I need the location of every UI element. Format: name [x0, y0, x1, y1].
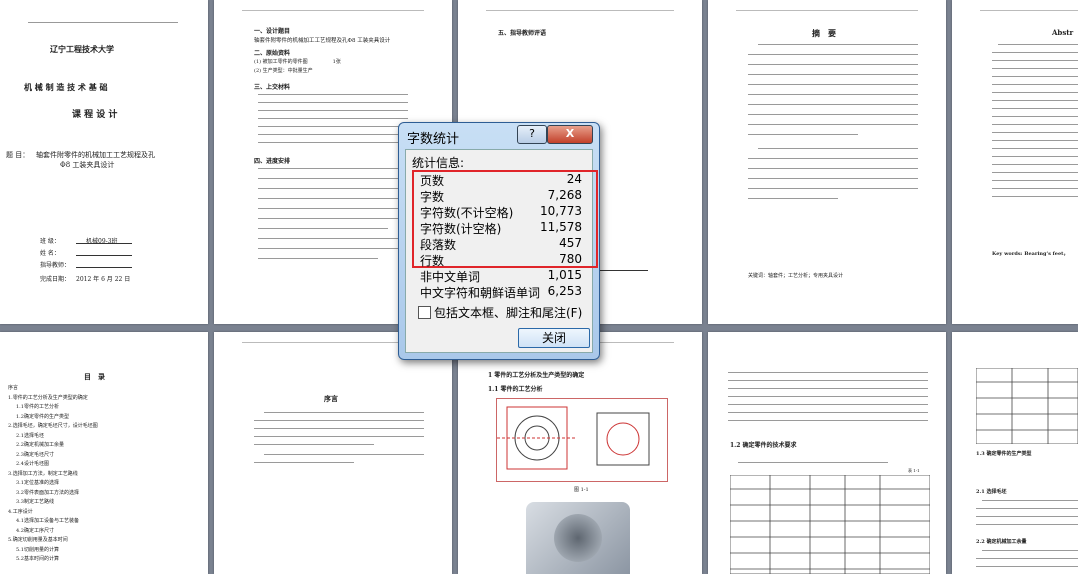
tech-table — [730, 475, 930, 574]
toc-entry: 1.1零件的工艺分析 — [16, 404, 59, 410]
p8-h2: 1.1 零件的工艺分析 — [488, 386, 543, 393]
p2-h3: 三、上交材料 — [254, 84, 291, 91]
p2-item-2: (2) 生产类型：中批量生产 — [254, 68, 313, 74]
stat-value-lines: 780 — [559, 252, 582, 266]
cover-teacher-label: 指导教师： — [40, 262, 71, 269]
p5-title: Abstr — [1052, 28, 1074, 37]
p2-h1: 一、设计题目 — [254, 28, 291, 35]
cover-date: 2012 年 6 月 22 日 — [76, 276, 131, 283]
stat-value-cjk-chars: 6,253 — [547, 284, 582, 298]
toc-entry: 2.3确定毛坯尺寸 — [16, 451, 54, 458]
toc-entry: 3.选择加工方法，制定工艺路线 — [8, 470, 78, 477]
stat-label-pages: 页数 — [420, 174, 445, 188]
cover-topic-label: 题 目： — [6, 151, 30, 159]
stat-value-non-chinese-words: 1,015 — [547, 268, 582, 282]
stat-value-chars-no-spaces: 10,773 — [540, 204, 582, 218]
cover-university: 辽宁工程技术大学 — [50, 44, 114, 54]
preface-title: 序言 — [324, 394, 338, 403]
p2-h1-text: 轴套件附零件的机械加工工艺规程及孔Φ8 工装夹具设计 — [254, 38, 391, 44]
page-cover: 辽宁工程技术大学 机 械 制 造 技 术 基 础 课 程 设 计 题 目： 轴套… — [0, 0, 208, 324]
toc-entry: 序言 — [8, 385, 19, 391]
cover-design: 课 程 设 计 — [72, 110, 118, 120]
toc-entry: 3.1定位基准的选择 — [16, 480, 59, 486]
stat-value-chars-with-spaces: 11,578 — [540, 220, 582, 234]
toc-entry: 5.1切削用量的计算 — [16, 546, 59, 553]
p10-h2: 2.1 选择毛坯 — [976, 489, 1007, 495]
toc-entry: 4.工序设计 — [8, 508, 33, 515]
dialog-title: 字数统计 — [407, 132, 460, 147]
cover-topic2: Φ8 工装夹具设计 — [60, 161, 115, 169]
stat-label-words: 字数 — [420, 190, 445, 204]
toc-entry: 5.2基本时间的计算 — [16, 556, 59, 562]
p4-keywords: 关键词：轴套件；工艺分析；专用夹具设计 — [748, 273, 844, 279]
toc-entry: 2.4设计毛坯图 — [16, 461, 49, 467]
stat-value-pages: 24 — [566, 172, 582, 186]
drawing-figure — [496, 398, 668, 482]
page-10: 1.3 确定零件的生产类型 2.1 选择毛坯 2.2 确定机械加工余量 — [952, 332, 1078, 574]
cover-class-label: 班 级： — [40, 238, 60, 245]
page-5: Abstr Key words: Bearing's feet， — [952, 0, 1078, 324]
page-preface: 序言 — [214, 332, 452, 574]
toc-entry: 2.1选择毛坯 — [16, 432, 44, 439]
help-button[interactable]: ? — [517, 125, 547, 144]
cover-date-label: 完成日期： — [40, 276, 71, 283]
close-window-button[interactable]: X — [547, 125, 593, 144]
toc-entry: 2.选择毛坯，确定毛坯尺寸，设计毛坯图 — [8, 423, 98, 429]
include-textboxes-checkbox[interactable] — [418, 306, 431, 319]
part-render-image — [526, 502, 630, 574]
p9-h: 1.2 确定零件的技术要求 — [730, 442, 797, 449]
stat-label-chars-no-spaces: 字符数(不计空格) — [420, 206, 514, 220]
page-9: 1.2 确定零件的技术要求 表 1-1 — [708, 332, 946, 574]
p2-item-1: (1) 被加工零件的零件图 1张 — [254, 59, 341, 65]
page-4: 摘 要 关键词：轴套件；工艺分析；专用夹具设计 — [708, 0, 946, 324]
toc-entry: 1.2确定零件的生产类型 — [16, 413, 69, 420]
toc-entry: 3.3制定工艺路线 — [16, 499, 54, 505]
close-button[interactable]: 关闭 — [518, 328, 590, 348]
p10-h3: 2.2 确定机械加工余量 — [976, 539, 1027, 545]
p3-h: 五、指导教师评语 — [498, 30, 547, 37]
toc-entry: 1.零件的工艺分析及生产类型的确定 — [8, 394, 88, 401]
stat-label-chars-with-spaces: 字符数(计空格) — [420, 222, 502, 236]
stat-label-paragraphs: 段落数 — [420, 238, 457, 252]
stat-value-paragraphs: 457 — [559, 236, 582, 250]
toc-entry: 2.2确定机械加工余量 — [16, 442, 64, 448]
p5-keywords: Key words: Bearing's feet， — [992, 251, 1069, 257]
p4-title: 摘 要 — [812, 28, 836, 38]
p10-table — [976, 368, 1078, 444]
p8-h1: 1 零件的工艺分析及生产类型的确定 — [488, 372, 585, 379]
p10-h1: 1.3 确定零件的生产类型 — [976, 451, 1032, 457]
stats-header: 统计信息: — [412, 156, 465, 170]
dialog-body: 统计信息: 页数 24 字数 7,268 字符数(不计空格) 10,773 字符… — [405, 149, 598, 353]
p2-h2: 二、原始资料 — [254, 50, 291, 57]
p9-table-caption: 表 1-1 — [908, 468, 920, 473]
stat-label-lines: 行数 — [420, 254, 445, 268]
word-count-dialog: 字数统计 ? X 统计信息: 页数 24 字数 7,268 字符数(不计空格) … — [398, 122, 600, 360]
toc-entry: 4.2确定工序尺寸 — [16, 527, 54, 534]
page-8: 1 零件的工艺分析及生产类型的确定 1.1 零件的工艺分析 图 1-1 — [458, 332, 702, 574]
include-textboxes-label: 包括文本框、脚注和尾注(F) — [434, 306, 583, 320]
p8-fig-caption: 图 1-1 — [574, 487, 589, 493]
toc-entry: 3.2零件表面加工方法的选择 — [16, 489, 79, 496]
stat-value-words: 7,268 — [547, 188, 582, 202]
stat-label-non-chinese-words: 非中文单词 — [420, 270, 481, 284]
toc-entry: 5.确定切削用量及基本时间 — [8, 537, 68, 543]
cover-name-label: 姓 名： — [40, 250, 60, 257]
toc-entry: 4.1选择加工设备与工艺装备 — [16, 518, 79, 524]
cover-course: 机 械 制 造 技 术 基 础 — [24, 82, 108, 92]
toc-list: 序言 1.零件的工艺分析及生产类型的确定 1.1零件的工艺分析 1.2确定零件的生产类… — [6, 384, 178, 565]
stat-label-cjk-chars: 中文字符和朝鲜语单词 — [420, 286, 541, 300]
p2-h4: 四、进度安排 — [254, 158, 291, 165]
toc-title: 目 录 — [84, 372, 105, 381]
cover-topic: 轴套件附零件的机械加工工艺规程及孔 — [36, 151, 155, 159]
page-toc: 目 录 序言 1.零件的工艺分析及生产类型的确定 1.1零件的工艺分析 1.2确定零件… — [0, 332, 208, 574]
